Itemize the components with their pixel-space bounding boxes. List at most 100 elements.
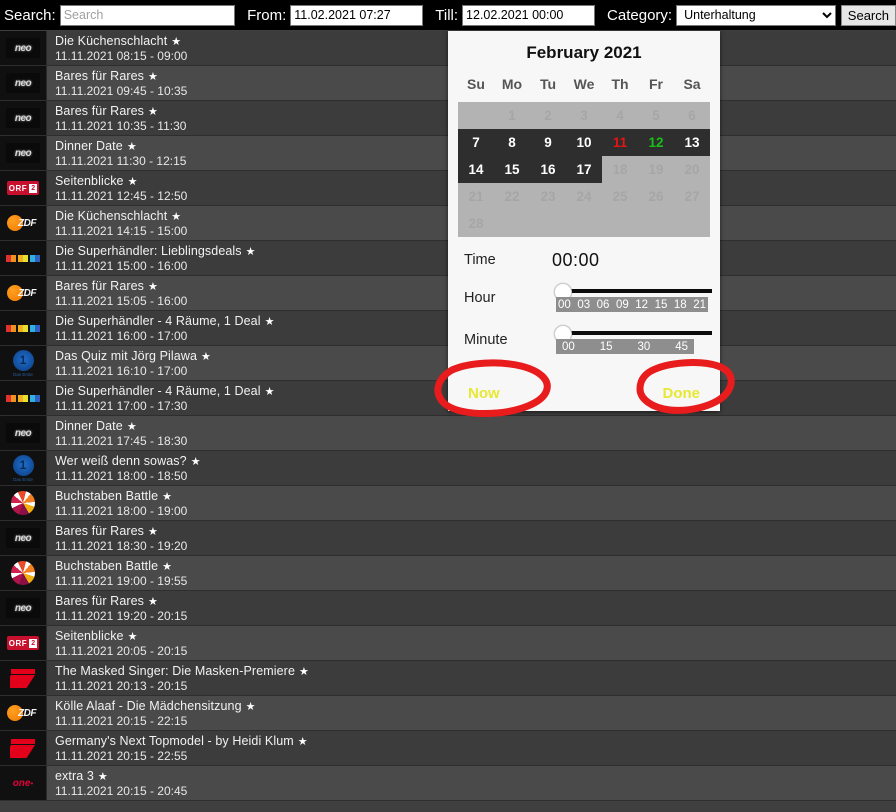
calendar-day-14[interactable]: 14 — [458, 156, 494, 183]
favorite-star-icon[interactable]: ★ — [148, 526, 158, 538]
calendar-day-16[interactable]: 16 — [530, 156, 566, 183]
calendar-day-17[interactable]: 17 — [566, 156, 602, 183]
channel-logo-cell: ORF 2 — [0, 171, 47, 205]
minute-slider-scale: 00 15 30 45 — [556, 339, 694, 354]
channel-logo-das-erste: Das Erste — [8, 348, 38, 378]
channel-logo-sat1 — [11, 561, 35, 585]
channel-logo-cell — [0, 311, 47, 345]
program-row[interactable]: The Masked Singer: Die Masken-Premiere ★ 1… — [0, 661, 896, 696]
calendar-day-7[interactable]: 7 — [458, 129, 494, 156]
program-row[interactable]: ORF 2 Seitenblicke ★ 11.11.2021 20:05 - 20:1… — [0, 626, 896, 661]
favorite-star-icon[interactable]: ★ — [127, 421, 137, 433]
hour-tick-00: 00 — [558, 298, 571, 311]
calendar-day-9[interactable]: 9 — [530, 129, 566, 156]
calendar-day-25[interactable]: 25 — [602, 183, 638, 210]
calendar-day-10[interactable]: 10 — [566, 129, 602, 156]
calendar-day-23[interactable]: 23 — [530, 183, 566, 210]
program-time: 11.11.2021 19:20 - 20:15 — [55, 608, 188, 623]
favorite-star-icon[interactable]: ★ — [191, 456, 201, 468]
favorite-star-icon[interactable]: ★ — [127, 141, 137, 153]
favorite-star-icon[interactable]: ★ — [171, 211, 181, 223]
favorite-star-icon[interactable]: ★ — [171, 36, 181, 48]
program-title: Bares für Rares ★ — [55, 103, 158, 118]
favorite-star-icon[interactable]: ★ — [148, 596, 158, 608]
program-time: 11.11.2021 20:15 - 20:45 — [55, 783, 188, 798]
calendar-day-27[interactable]: 27 — [674, 183, 710, 210]
calendar-day-15[interactable]: 15 — [494, 156, 530, 183]
calendar-day-18[interactable]: 18 — [602, 156, 638, 183]
program-time: 11.11.2021 20:05 - 20:15 — [55, 643, 188, 658]
hour-slider[interactable]: 00 03 06 09 12 15 18 21 — [552, 281, 714, 315]
favorite-star-icon[interactable]: ★ — [148, 281, 158, 293]
program-time: 11.11.2021 18:30 - 19:20 — [55, 538, 188, 553]
minute-tick-00: 00 — [562, 340, 575, 353]
favorite-star-icon[interactable]: ★ — [98, 771, 108, 783]
favorite-star-icon[interactable]: ★ — [299, 666, 309, 678]
calendar-day-13[interactable]: 13 — [674, 129, 710, 156]
favorite-star-icon[interactable]: ★ — [162, 491, 172, 503]
program-row[interactable]: Buchstaben Battle ★ 11.11.2021 19:00 - 19:… — [0, 556, 896, 591]
calendar-day-4[interactable]: 4 — [602, 102, 638, 129]
favorite-star-icon[interactable]: ★ — [265, 386, 275, 398]
hour-tick-09: 09 — [615, 298, 629, 311]
calendar-day-3[interactable]: 3 — [566, 102, 602, 129]
program-row[interactable]: neo Bares für Rares ★ 11.11.2021 18:30 - 19… — [0, 521, 896, 556]
calendar-day-1[interactable]: 1 — [494, 102, 530, 129]
hour-slider-track[interactable] — [560, 289, 712, 293]
calendar-day-26[interactable]: 26 — [638, 183, 674, 210]
calendar-body[interactable]: 1 2 3 4 5 6 7 8 9 10 11 12 13 14 15 16 17 18 19 20 21 22 23 24 2… — [458, 102, 710, 237]
channel-logo-cell: neo — [0, 521, 47, 555]
favorite-star-icon[interactable]: ★ — [246, 246, 256, 258]
program-time: 11.11.2021 18:00 - 18:50 — [55, 468, 188, 483]
calendar-grid[interactable]: Su Mo Tu We Th Fr Sa 1 2 3 4 5 6 7 8 9 10 11 12 13 14 15 16 17… — [458, 73, 710, 237]
favorite-star-icon[interactable]: ★ — [201, 351, 211, 363]
favorite-star-icon[interactable]: ★ — [148, 106, 158, 118]
program-row[interactable]: neo Bares für Rares ★ 11.11.2021 19:20 - 20… — [0, 591, 896, 626]
program-row[interactable]: Buchstaben Battle ★ 11.11.2021 18:00 - 19:… — [0, 486, 896, 521]
favorite-star-icon[interactable]: ★ — [128, 631, 138, 643]
datetime-picker-popup[interactable]: February 2021 Su Mo Tu We Th Fr Sa 1 2 3 4 5 6 7 8 9 10… — [448, 31, 720, 411]
calendar-day-20[interactable]: 20 — [674, 156, 710, 183]
favorite-star-icon[interactable]: ★ — [265, 316, 275, 328]
done-button[interactable]: Done — [657, 384, 707, 403]
calendar-day-19[interactable]: 19 — [638, 156, 674, 183]
favorite-star-icon[interactable]: ★ — [246, 701, 256, 713]
favorite-star-icon[interactable]: ★ — [298, 736, 308, 748]
category-select[interactable]: Unterhaltung — [676, 4, 836, 26]
favorite-star-icon[interactable]: ★ — [128, 176, 138, 188]
program-info: Das Quiz mit Jörg Pilawa ★ 11.11.2021 16:1… — [47, 346, 211, 380]
calendar-day-28[interactable]: 28 — [458, 210, 494, 237]
till-datetime-input[interactable] — [462, 4, 596, 26]
calendar-day-5[interactable]: 5 — [638, 102, 674, 129]
program-info: Bares für Rares ★ 11.11.2021 10:35 - 11:30 — [47, 101, 186, 135]
program-row[interactable]: Germany's Next Topmodel - by Heidi Klum ★… — [0, 731, 896, 766]
program-title: Die Küchenschlacht ★ — [55, 33, 182, 48]
search-input[interactable] — [59, 4, 236, 26]
hour-tick-03: 03 — [577, 298, 591, 311]
calendar-day-11[interactable]: 11 — [602, 129, 638, 156]
program-info: Buchstaben Battle ★ 11.11.2021 19:00 - 19:… — [47, 556, 187, 590]
calendar-day-21[interactable]: 21 — [458, 183, 494, 210]
minute-slider[interactable]: 00 15 30 45 — [552, 323, 714, 357]
favorite-star-icon[interactable]: ★ — [162, 561, 172, 573]
channel-logo-cell: ZDF — [0, 276, 47, 310]
calendar-day-12[interactable]: 12 — [638, 129, 674, 156]
search-button[interactable]: Search — [840, 4, 896, 26]
calendar-day-8[interactable]: 8 — [494, 129, 530, 156]
program-row[interactable]: one • extra 3 ★ 11.11.2021 20:15 - 20:45 — [0, 766, 896, 801]
calendar-day-2[interactable]: 2 — [530, 102, 566, 129]
program-row[interactable]: ZDF Kölle Alaaf - Die Mädchensitzung ★ 11.1… — [0, 696, 896, 731]
till-label: Till: — [435, 6, 459, 24]
calendar-day-24[interactable]: 24 — [566, 183, 602, 210]
calendar-day-6[interactable]: 6 — [674, 102, 710, 129]
program-time: 11.11.2021 09:45 - 10:35 — [55, 83, 188, 98]
program-row[interactable]: Das Erste Wer weiß denn sowas?★11.11.2021… — [0, 451, 896, 486]
minute-slider-track[interactable] — [560, 331, 712, 335]
search-label: Search: — [4, 6, 56, 24]
from-datetime-input[interactable] — [290, 4, 424, 26]
program-title: extra 3 ★ — [55, 768, 108, 783]
calendar-day-22[interactable]: 22 — [494, 183, 530, 210]
now-button[interactable]: Now — [462, 384, 506, 403]
favorite-star-icon[interactable]: ★ — [148, 71, 158, 83]
program-row[interactable]: neo Dinner Date ★ 11.11.2021 17:45 - 18:30 — [0, 416, 896, 451]
